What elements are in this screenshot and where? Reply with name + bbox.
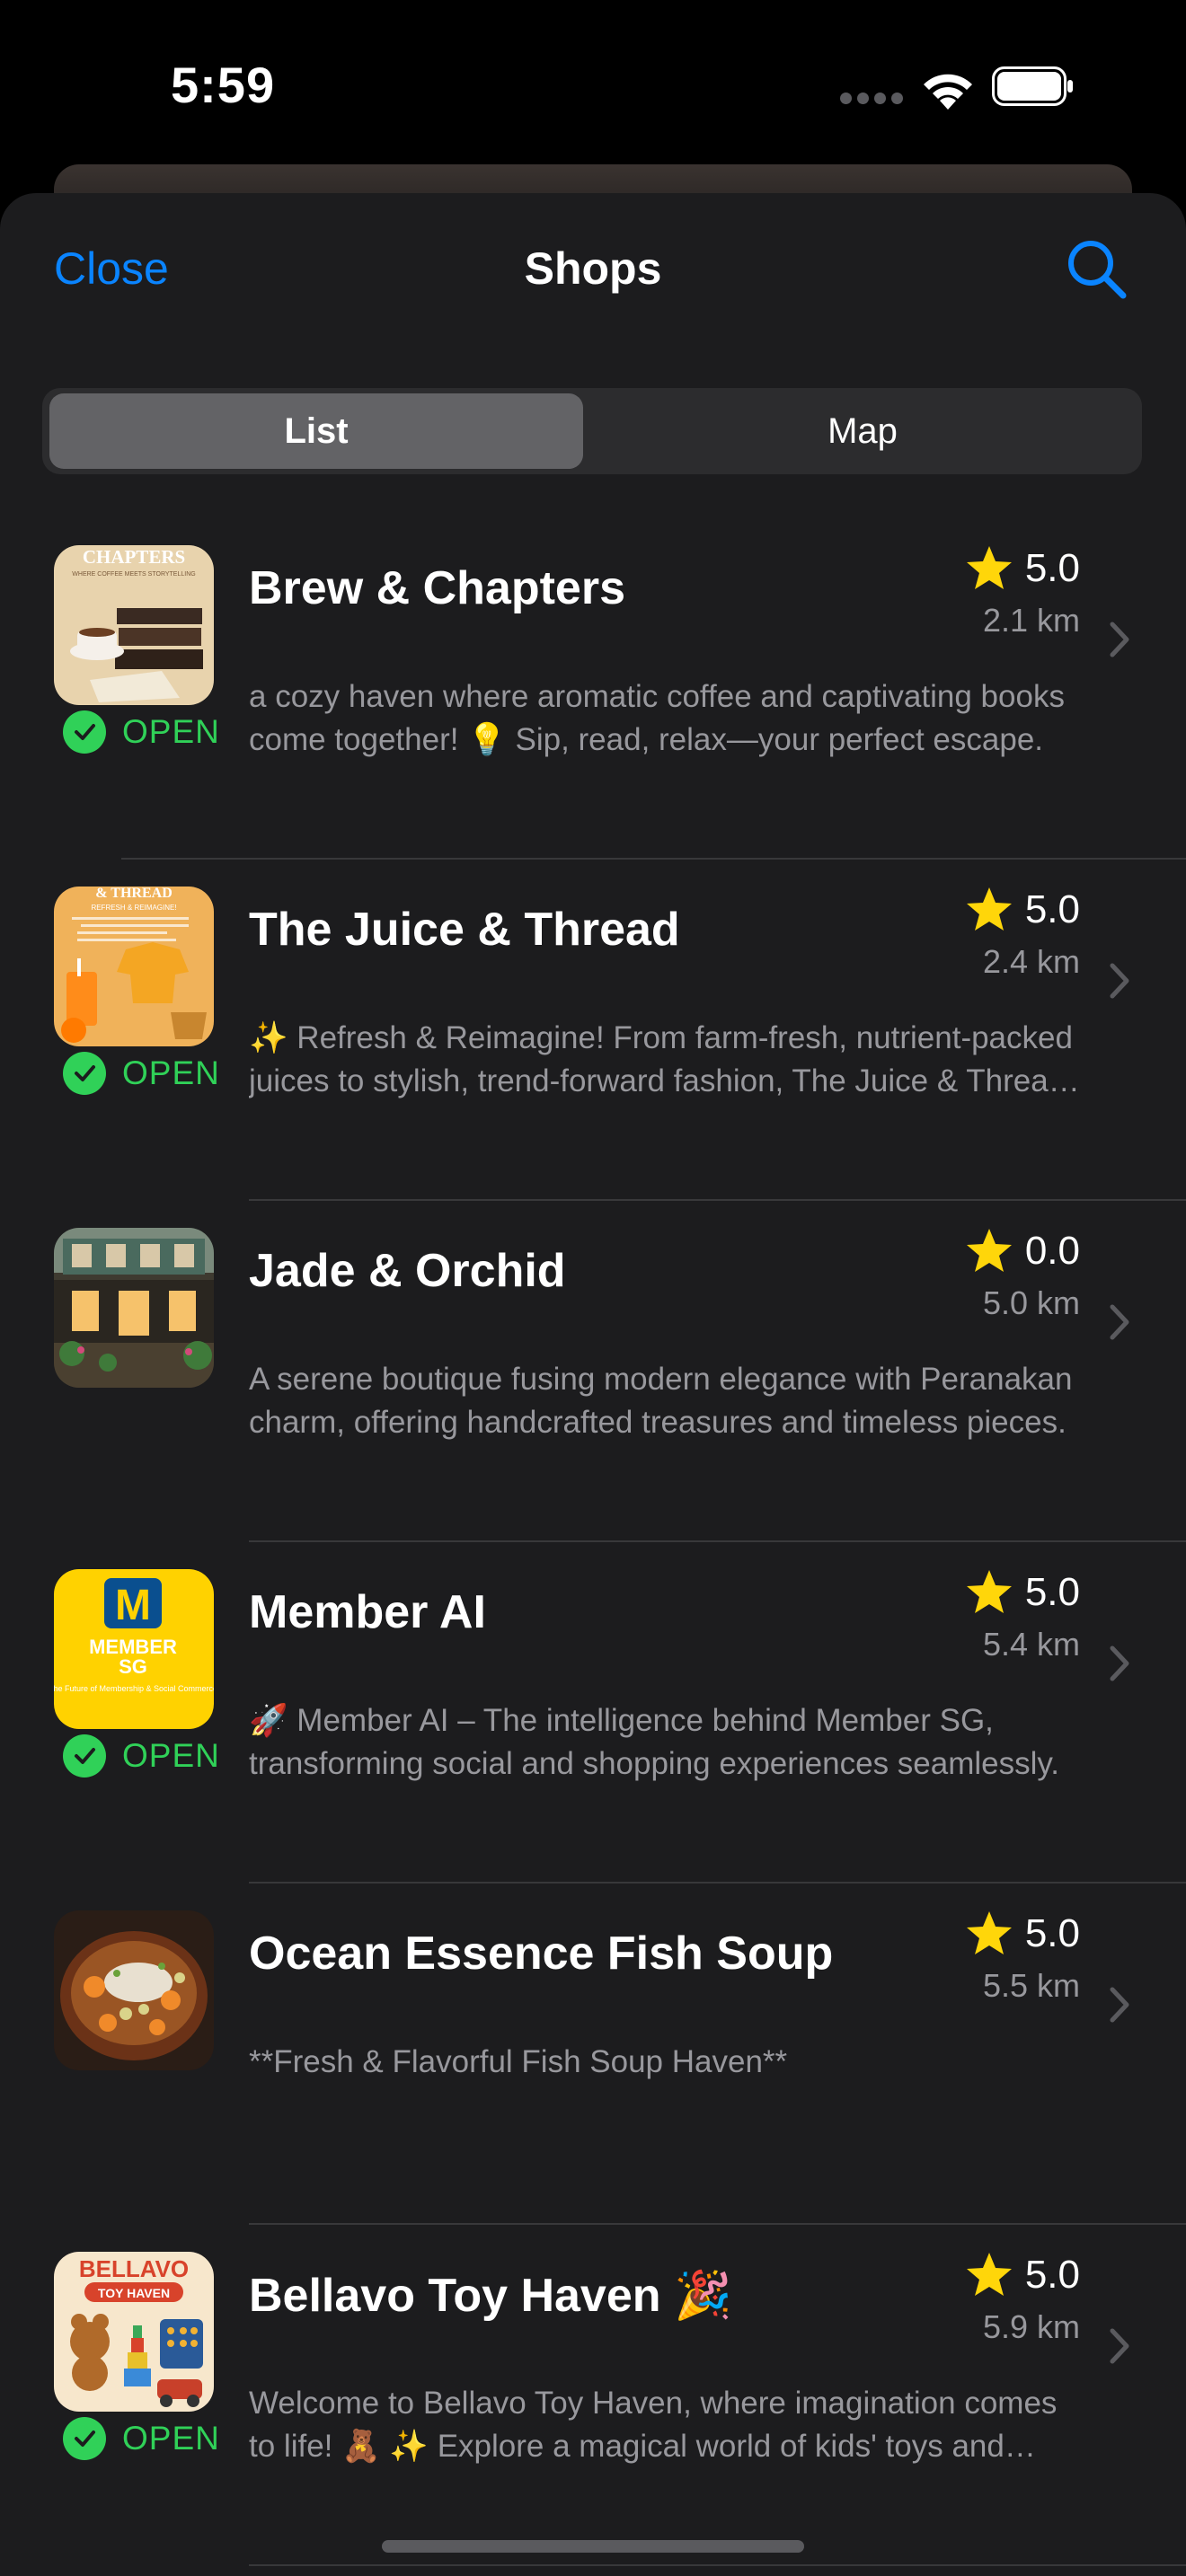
shop-name: The Juice & Thread	[249, 904, 680, 956]
shop-name: Member AI	[249, 1586, 486, 1638]
shop-distance: 5.0 km	[982, 1284, 1080, 1321]
rating-value: 5.0	[1024, 1911, 1080, 1955]
star-icon	[966, 1570, 1012, 1613]
open-status-badge: OPEN	[63, 705, 220, 759]
svg-text:& THREAD: & THREAD	[95, 887, 173, 901]
shop-distance: 2.4 km	[982, 943, 1080, 980]
chevron-right-icon	[1110, 1304, 1129, 1340]
open-status-badge: OPEN	[63, 1046, 220, 1100]
shop-description: a cozy haven where aromatic coffee and c…	[249, 679, 1065, 757]
checkmark-icon	[63, 1734, 106, 1778]
open-status-badge: OPEN	[63, 1729, 220, 1783]
home-indicator	[382, 2540, 804, 2553]
rating-value: 5.0	[1024, 1570, 1080, 1614]
open-label: OPEN	[122, 1737, 220, 1774]
checkmark-icon	[63, 2417, 106, 2460]
open-label: OPEN	[122, 713, 220, 750]
checkmark-icon	[63, 1052, 106, 1095]
shop-name: Jade & Orchid	[249, 1245, 566, 1297]
open-label: OPEN	[122, 2420, 220, 2457]
shop-description: Welcome to Bellavo Toy Haven, where imag…	[249, 2386, 1058, 2464]
row-divider	[249, 2564, 1186, 2566]
chevron-right-icon	[1110, 1645, 1129, 1681]
shop-rating: 5.0	[964, 1909, 1080, 1959]
checkmark-icon	[63, 710, 106, 754]
svg-text:WHERE COFFEE MEETS STORYTELLIN: WHERE COFFEE MEETS STORYTELLING	[72, 571, 195, 578]
star-icon	[966, 1229, 1012, 1272]
shops-sheet: Close Shops List Map CHAPTERS WHERE COFF…	[0, 193, 1186, 2576]
shop-distance: 5.5 km	[982, 1967, 1080, 2004]
shop-name: Brew & Chapters	[249, 562, 625, 614]
shop-thumbnail: BELLAVO TOY HAVEN	[54, 2252, 214, 2412]
shop-distance: 2.1 km	[982, 602, 1080, 639]
shop-distance: 5.4 km	[982, 1626, 1080, 1663]
star-icon	[966, 1911, 1012, 1954]
rating-value: 5.0	[1024, 887, 1080, 931]
page-title: Shops	[524, 243, 662, 294]
rating-value: 0.0	[1024, 1229, 1080, 1273]
shop-rating: 5.0	[964, 885, 1080, 935]
shop-name: Ocean Essence Fish Soup	[249, 1928, 834, 1980]
svg-text:The Future of Membership & Soc: The Future of Membership & Social Commer…	[54, 1684, 214, 1693]
shop-thumbnail: CHAPTERS WHERE COFFEE MEETS STORYTELLING	[54, 545, 214, 705]
shop-row[interactable]: Ocean Essence Fish Soup 5.0 5.5 km **Fre…	[0, 1883, 1186, 2225]
shop-rating: 5.0	[964, 543, 1080, 594]
cellular-signal-icon	[840, 93, 908, 109]
wifi-icon	[924, 74, 972, 110]
chevron-right-icon	[1110, 2328, 1129, 2364]
shop-row[interactable]: Jade & Orchid 0.0 5.0 km A serene boutiq…	[0, 1201, 1186, 1542]
chevron-right-icon	[1110, 622, 1129, 657]
shop-rating: 5.0	[964, 1567, 1080, 1618]
chevron-right-icon	[1110, 963, 1129, 999]
shop-row[interactable]: & THREAD REFRESH & REIMAGINE! OPEN The J…	[0, 860, 1186, 1201]
shop-thumbnail: M MEMBER SG The Future of Membership & S…	[54, 1569, 214, 1729]
status-bar: 5:59	[0, 0, 1186, 171]
status-time: 5:59	[171, 57, 276, 113]
shop-description: A serene boutique fusing modern elegance…	[249, 1362, 1073, 1440]
battery-icon	[992, 66, 1073, 106]
open-status-badge: OPEN	[63, 2412, 220, 2466]
shop-thumbnail: & THREAD REFRESH & REIMAGINE!	[54, 887, 214, 1046]
shop-thumbnail	[54, 1228, 214, 1388]
star-icon	[966, 546, 1012, 589]
shop-row[interactable]: CHAPTERS WHERE COFFEE MEETS STORYTELLING…	[0, 518, 1186, 860]
shop-rating: 5.0	[964, 2250, 1080, 2300]
segment-map[interactable]: Map	[590, 393, 1135, 469]
star-icon	[966, 887, 1012, 931]
rating-value: 5.0	[1024, 546, 1080, 590]
rating-value: 5.0	[1024, 2253, 1080, 2297]
nav-bar: Close Shops	[0, 193, 1186, 346]
shop-description: ✨ Refresh & Reimagine! From farm-fresh, …	[249, 1020, 1073, 1098]
shop-name: Bellavo Toy Haven 🎉	[249, 2270, 732, 2322]
chevron-right-icon	[1110, 1987, 1129, 2023]
shop-thumbnail	[54, 1910, 214, 2070]
svg-text:BELLAVO: BELLAVO	[79, 2255, 189, 2282]
svg-text:CHAPTERS: CHAPTERS	[83, 546, 185, 568]
shop-description: 🚀 Member AI – The intelligence behind Me…	[249, 1703, 1060, 1781]
shop-rating: 0.0	[964, 1226, 1080, 1276]
shop-row[interactable]: BELLAVO TOY HAVEN OPEN Bellavo Toy Haven…	[0, 2225, 1186, 2566]
star-icon	[966, 2253, 1012, 2296]
svg-text:REFRESH & REIMAGINE!: REFRESH & REIMAGINE!	[91, 904, 176, 912]
shop-distance: 5.9 km	[982, 2308, 1080, 2345]
svg-text:SG: SG	[119, 1655, 147, 1678]
open-label: OPEN	[122, 1054, 220, 1091]
shop-row[interactable]: M MEMBER SG The Future of Membership & S…	[0, 1542, 1186, 1883]
svg-text:M: M	[115, 1582, 151, 1629]
shop-description: **Fresh & Flavorful Fish Soup Haven**	[249, 2044, 788, 2079]
segment-list[interactable]: List	[49, 393, 583, 469]
view-segmented-control: List Map	[42, 388, 1142, 474]
search-icon[interactable]	[1066, 238, 1128, 301]
svg-text:TOY HAVEN: TOY HAVEN	[98, 2286, 170, 2300]
shop-list: CHAPTERS WHERE COFFEE MEETS STORYTELLING…	[0, 518, 1186, 2566]
